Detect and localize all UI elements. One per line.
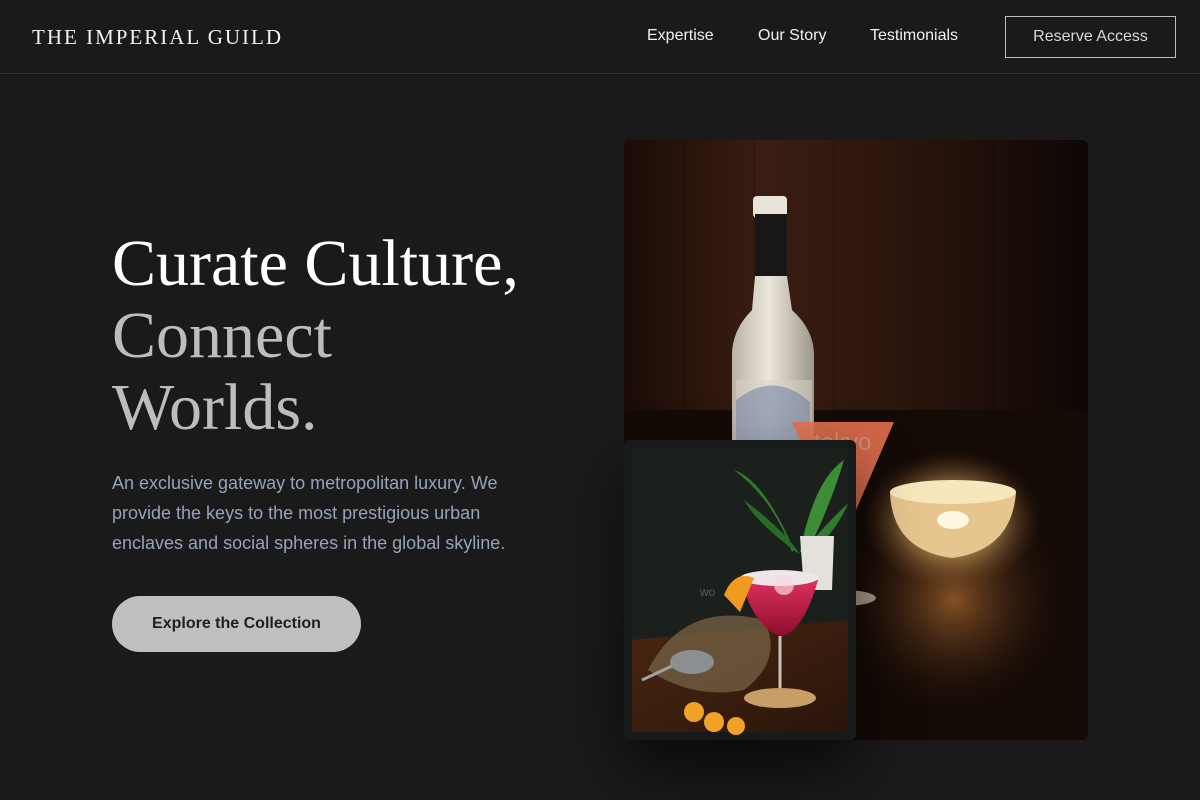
overlay-image-watermark: wo (699, 585, 716, 599)
hero-title-line-2: Connect (112, 299, 332, 372)
nav-link-our-story[interactable]: Our Story (758, 27, 826, 45)
explore-collection-button[interactable]: Explore the Collection (112, 596, 361, 652)
hero-description: An exclusive gateway to metropolitan lux… (112, 473, 506, 553)
reserve-access-button[interactable]: Reserve Access (1005, 16, 1176, 58)
nav-link-testimonials[interactable]: Testimonials (870, 27, 958, 45)
brand-logo[interactable]: THE IMPERIAL GUILD (32, 25, 283, 50)
hero-title: Curate Culture, Connect Worlds. (112, 228, 592, 444)
hero-title-line-3: Worlds. (112, 371, 318, 444)
hero-title-line-1: Curate Culture, (112, 227, 519, 300)
cocktail-illustration: wo (624, 440, 856, 740)
hero-image-cocktail: wo (624, 440, 856, 740)
page: THE IMPERIAL GUILD Expertise Our Story T… (0, 0, 1200, 800)
nav-link-expertise[interactable]: Expertise (647, 27, 714, 45)
site-header: THE IMPERIAL GUILD Expertise Our Story T… (0, 0, 1200, 74)
